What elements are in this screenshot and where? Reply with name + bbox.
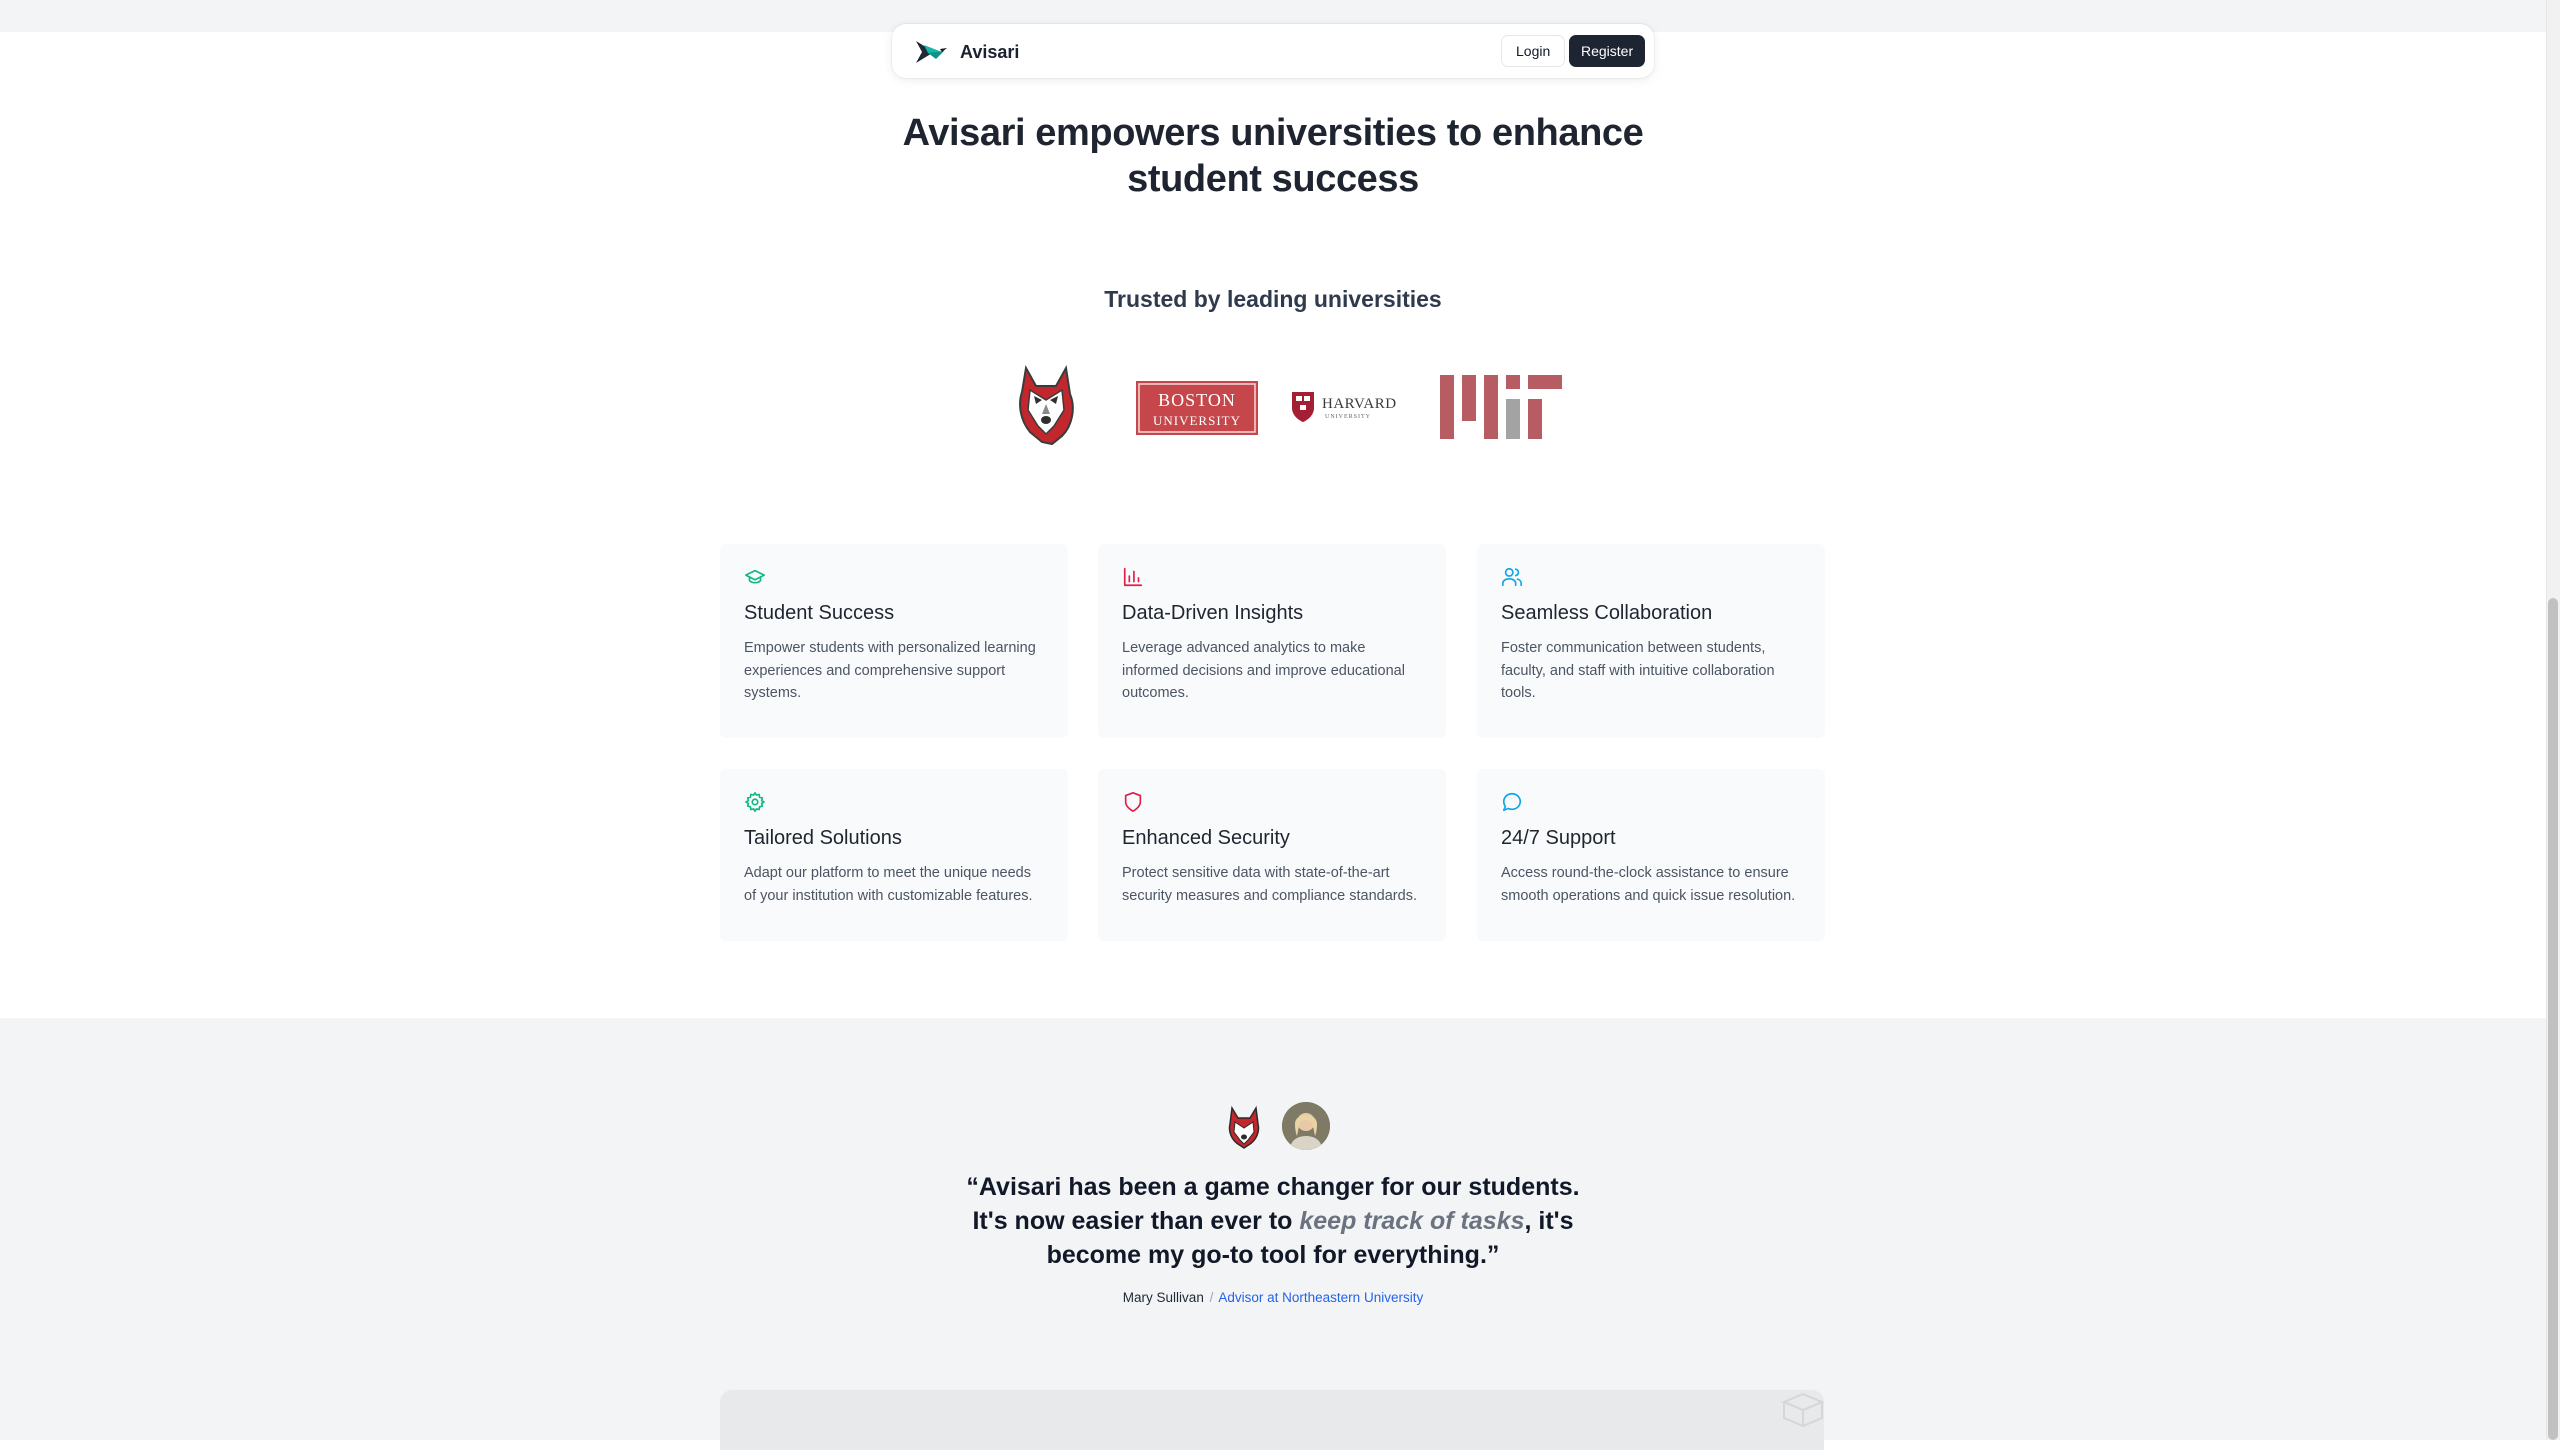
feature-description: Access round-the-clock assistance to ens… <box>1501 865 1796 904</box>
scrollbar-thumb[interactable] <box>2548 598 2558 1440</box>
feature-description: Protect sensitive data with state-of-the… <box>1122 865 1417 904</box>
mary-sullivan-avatar <box>1282 1102 1330 1150</box>
feature-title: Tailored Solutions <box>744 827 902 849</box>
testimonial-quote: “Avisari has been a game changer for our… <box>952 1170 1594 1272</box>
quote-highlight: keep track of tasks <box>1299 1207 1525 1235</box>
feature-description: Empower students with personalized learn… <box>744 640 1036 701</box>
author-role: Advisor at Northeastern University <box>1218 1290 1424 1305</box>
feature-description: Foster communication between students, f… <box>1501 640 1775 701</box>
navbar: Avisari Login Register <box>892 24 1654 78</box>
feature-title: 24/7 Support <box>1501 827 1616 849</box>
feature-card-seamless-collaboration: Seamless Collaboration Foster communicat… <box>1477 544 1825 738</box>
mit-logo-icon <box>1440 375 1562 439</box>
feature-card-support: 24/7 Support Access round-the-clock assi… <box>1477 769 1825 941</box>
brand[interactable]: Avisari <box>914 37 1019 67</box>
feature-card-enhanced-security: Enhanced Security Protect sensitive data… <box>1098 769 1446 941</box>
shield-icon <box>1124 792 1142 812</box>
settings-gear-icon <box>745 792 765 812</box>
message-circle-icon <box>1502 792 1522 812</box>
avisari-bird-logo-icon <box>916 41 947 63</box>
feature-description: Adapt our platform to meet the unique ne… <box>744 865 1033 904</box>
boston-logo-line2: UNIVERSITY <box>1153 413 1241 428</box>
feature-card-data-driven-insights: Data-Driven Insights Leverage advanced a… <box>1098 544 1446 738</box>
feature-description: Leverage advanced analytics to make info… <box>1122 640 1405 701</box>
boston-logo-line1: BOSTON <box>1158 390 1236 410</box>
boston-university-logo: BOSTON UNIVERSITY <box>1136 381 1258 435</box>
husky-avatar-icon <box>1220 1102 1268 1150</box>
testimonial-attribution: Mary Sullivan / Advisor at Northeastern … <box>1000 1290 1546 1305</box>
harvard-logo: HARVARD UNIVERSITY <box>1292 392 1397 422</box>
login-button[interactable]: Login <box>1501 35 1566 67</box>
attribution-separator: / <box>1209 1290 1214 1305</box>
feature-card-student-success: Student Success Empower students with pe… <box>720 544 1068 738</box>
hero-title-line-1: Avisari empowers universities to enhance <box>902 112 1644 154</box>
brand-name: Avisari <box>960 41 1020 62</box>
bottom-preview-card <box>720 1390 1824 1450</box>
husky-avatar <box>1220 1102 1268 1150</box>
hero-title: Avisari empowers universities to enhance… <box>880 110 1666 202</box>
person-avatar-icon <box>1282 1102 1330 1150</box>
husky-logo-icon <box>1019 364 1074 446</box>
users-icon <box>1502 567 1522 587</box>
hero-title-line-2: student success <box>1127 158 1419 200</box>
graduation-cap-icon <box>745 569 765 584</box>
feature-title: Enhanced Security <box>1122 827 1290 849</box>
bar-chart-icon <box>1123 567 1143 587</box>
feature-title: Student Success <box>744 602 895 624</box>
box-icon <box>1781 1392 1825 1428</box>
feature-card-tailored-solutions: Tailored Solutions Adapt our platform to… <box>720 769 1068 941</box>
feature-title: Seamless Collaboration <box>1501 602 1713 624</box>
trusted-heading: Trusted by leading universities <box>1104 286 1442 312</box>
register-button[interactable]: Register <box>1569 35 1646 67</box>
feature-title: Data-Driven Insights <box>1122 602 1304 624</box>
harvard-logo-line1: HARVARD <box>1322 396 1397 412</box>
harvard-logo-line2: UNIVERSITY <box>1325 414 1371 420</box>
author-name: Mary Sullivan <box>1122 1290 1204 1305</box>
